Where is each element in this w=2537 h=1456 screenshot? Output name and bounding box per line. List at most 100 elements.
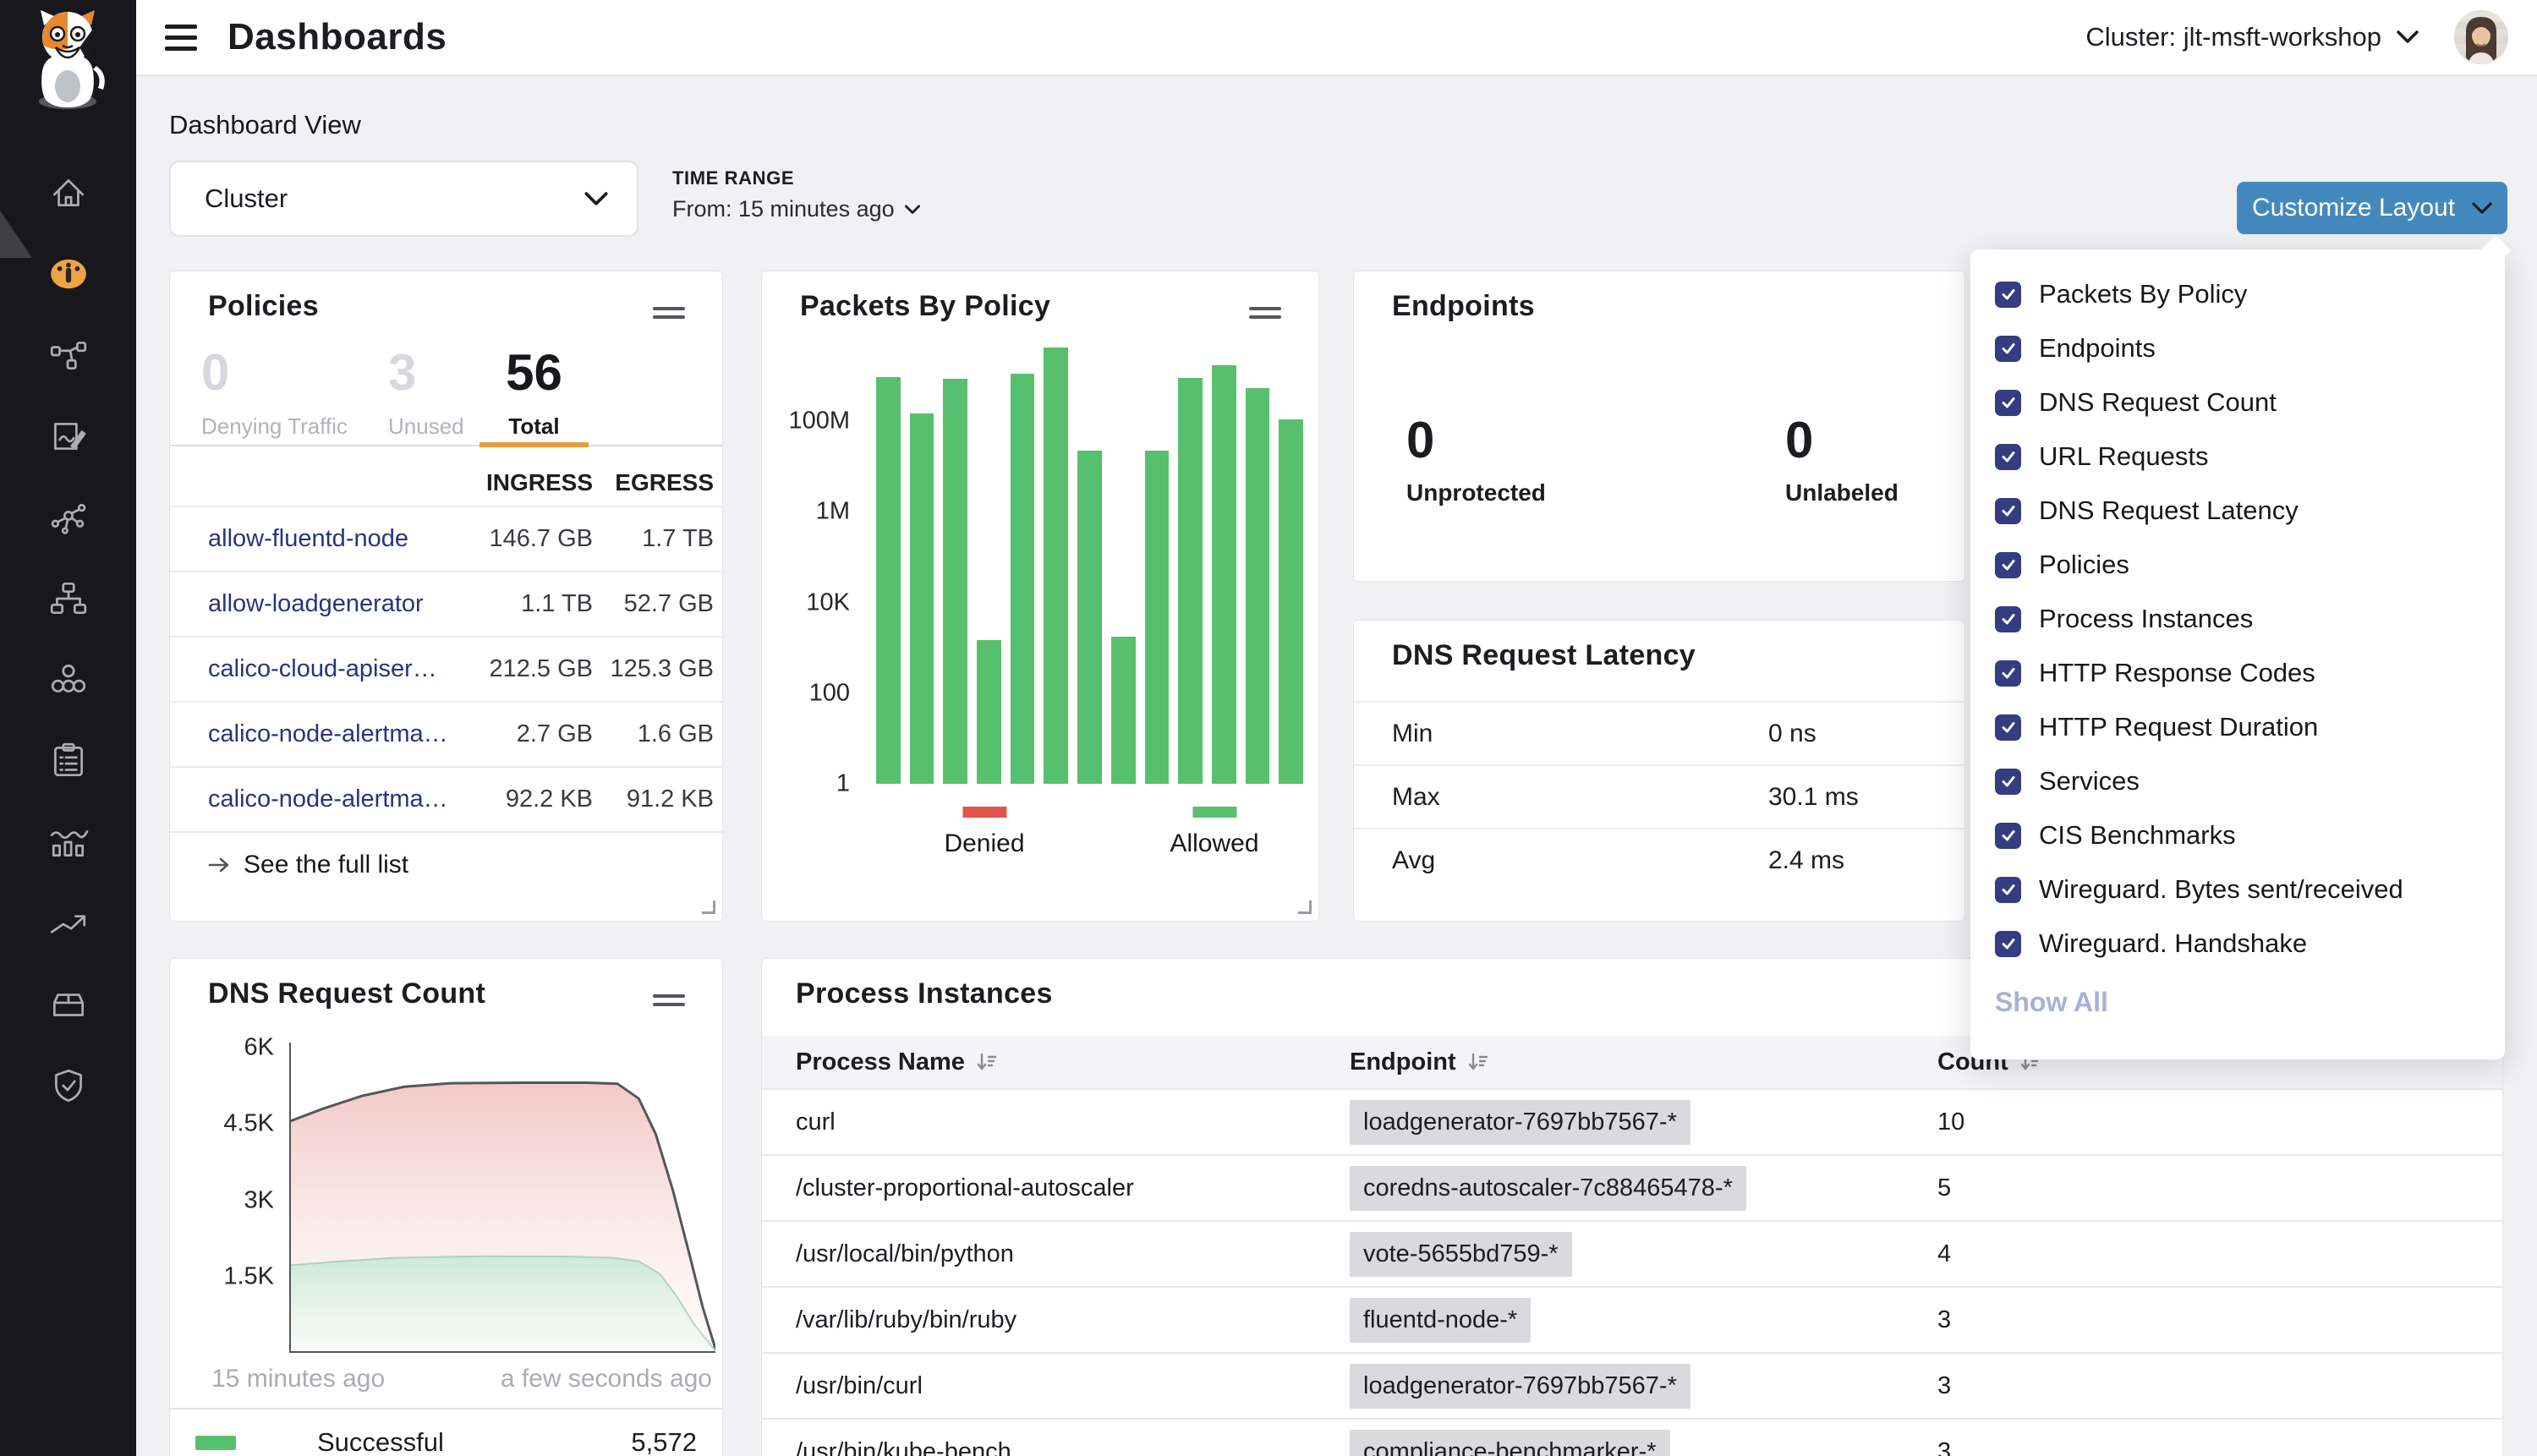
dropdown-item-1[interactable]: Endpoints	[1970, 321, 2505, 375]
sort-icon[interactable]	[1466, 1051, 1488, 1073]
column-header-egress[interactable]: EGRESS	[593, 469, 714, 496]
checkbox-checked-icon[interactable]	[1995, 931, 2021, 957]
tab-label: Unused	[388, 413, 485, 440]
column-header-ingress[interactable]: INGRESS	[466, 469, 593, 496]
time-range-control[interactable]: TIME RANGE From: 15 minutes ago	[672, 167, 920, 222]
dropdown-item-8[interactable]: HTTP Request Duration	[1970, 700, 2505, 754]
process-row: curlloadgenerator-7697bb7567-*10	[762, 1088, 2502, 1154]
sidebar-item-home[interactable]	[0, 152, 136, 233]
see-full-list-link[interactable]: See the full list	[208, 851, 466, 879]
allowed-label: Allowed	[1170, 829, 1258, 858]
policy-row: calico-node-alertmana…92.2 KB91.2 KB	[170, 766, 722, 831]
sidebar-item-activity-metrics[interactable]	[0, 802, 136, 883]
dropdown-item-12[interactable]: Wireguard. Handshake	[1970, 917, 2505, 971]
checkbox-checked-icon[interactable]	[1995, 769, 2021, 795]
checkbox-checked-icon[interactable]	[1995, 390, 2021, 416]
ingress-value: 92.2 KB	[466, 785, 593, 813]
sort-icon[interactable]	[975, 1051, 997, 1073]
checkbox-checked-icon[interactable]	[1995, 282, 2021, 308]
policy-link[interactable]: calico-node-alertmana…	[208, 720, 466, 748]
area-chart	[289, 1043, 715, 1353]
policies-tab-denying-traffic[interactable]: 0Denying Traffic	[201, 348, 370, 440]
dropdown-item-7[interactable]: HTTP Response Codes	[1970, 646, 2505, 700]
policy-link[interactable]: calico-node-alertmana…	[208, 785, 466, 813]
checkbox-checked-icon[interactable]	[1995, 660, 2021, 687]
process-row: /var/lib/ruby/bin/rubyfluentd-node-*3	[762, 1286, 2502, 1352]
dropdown-item-3[interactable]: URL Requests	[1970, 430, 2505, 484]
column-header-process-name[interactable]: Process Name	[796, 1048, 997, 1076]
y-axis-ticks: 110010K1M100M	[762, 271, 850, 921]
dropdown-item-11[interactable]: Wireguard. Bytes sent/received	[1970, 862, 2505, 917]
process-row: /usr/bin/kube-benchcompliance-benchmarke…	[762, 1418, 2502, 1456]
dropdown-item-10[interactable]: CIS Benchmarks	[1970, 808, 2505, 862]
dropdown-item-9[interactable]: Services	[1970, 754, 2505, 808]
policy-link[interactable]: allow-loadgenerator	[208, 590, 466, 618]
checkbox-checked-icon[interactable]	[1995, 714, 2021, 741]
denied-swatch	[962, 807, 1006, 818]
dropdown-item-label: Endpoints	[2039, 333, 2156, 364]
menu-toggle-icon[interactable]	[165, 20, 214, 54]
card-menu-icon[interactable]	[653, 302, 690, 324]
endpoint-cell: compliance-benchmarker-*	[1350, 1430, 1670, 1456]
dropdown-item-5[interactable]: Policies	[1970, 538, 2505, 592]
checkbox-checked-icon[interactable]	[1995, 606, 2021, 632]
checkbox-checked-icon[interactable]	[1995, 552, 2021, 578]
column-header-label: Endpoint	[1350, 1048, 1456, 1076]
page-title: Dashboards	[227, 16, 447, 58]
dropdown-item-6[interactable]: Process Instances	[1970, 592, 2505, 646]
endpoint-cell: fluentd-node-*	[1350, 1298, 1531, 1343]
checkbox-checked-icon[interactable]	[1995, 336, 2021, 362]
time-range-label: TIME RANGE	[672, 167, 920, 189]
chevron-down-icon	[905, 205, 920, 215]
sidebar-item-flow-visualizations[interactable]	[0, 477, 136, 558]
arrow-right-icon	[208, 857, 230, 873]
customize-layout-button[interactable]: Customize Layout	[2237, 182, 2507, 234]
process-row: /cluster-proportional-autoscalercoredns-…	[762, 1154, 2502, 1220]
column-header-endpoint[interactable]: Endpoint	[1350, 1048, 1488, 1076]
dropdown-caret	[2480, 235, 2512, 266]
dashboard-view-select[interactable]: Cluster	[169, 161, 638, 237]
active-tab-underline	[479, 442, 589, 447]
time-range-value: From: 15 minutes ago	[672, 196, 895, 222]
sidebar-item-compliance-reports[interactable]	[0, 720, 136, 802]
checkbox-checked-icon[interactable]	[1995, 444, 2021, 470]
sidebar-nav	[0, 152, 136, 1126]
checkbox-checked-icon[interactable]	[1995, 823, 2021, 849]
sidebar-item-workloads[interactable]	[0, 639, 136, 720]
resize-handle[interactable]	[702, 900, 715, 914]
policies-tab-unused[interactable]: 3Unused	[388, 348, 485, 440]
cluster-selector[interactable]: Cluster: jlt-msft-workshop	[2085, 22, 2419, 52]
policies-icon	[47, 415, 90, 457]
checkbox-checked-icon[interactable]	[1995, 498, 2021, 524]
sidebar-item-manage-storage[interactable]	[0, 964, 136, 1045]
dropdown-item-0[interactable]: Packets By Policy	[1970, 267, 2505, 321]
ingress-value: 1.1 TB	[466, 590, 593, 618]
policy-link[interactable]: calico-cloud-apiserver-…	[208, 655, 466, 683]
dropdown-item-2[interactable]: DNS Request Count	[1970, 375, 2505, 430]
legend-allowed: Allowed	[1170, 807, 1258, 858]
card-menu-icon[interactable]	[1249, 302, 1286, 324]
sidebar-item-dashboards[interactable]	[0, 233, 136, 315]
card-menu-icon[interactable]	[653, 989, 690, 1011]
sidebar-item-service-graph[interactable]	[0, 315, 136, 396]
show-all-button[interactable]: Show All	[1995, 987, 2108, 1018]
main-content: Dashboard View Cluster TIME RANGE From: …	[136, 76, 2537, 1456]
latency-label: Min	[1392, 720, 1433, 748]
latency-row-avg: Avg2.4 ms	[1354, 828, 1964, 891]
sidebar-item-alerts-trend[interactable]	[0, 883, 136, 964]
resize-handle[interactable]	[1298, 900, 1312, 914]
count-cell: 4	[1937, 1240, 1951, 1268]
sidebar-item-threat-defense[interactable]	[0, 1045, 136, 1126]
sidebar-item-policies[interactable]	[0, 396, 136, 477]
activity-metrics-icon	[47, 821, 90, 863]
endpoint-cell: vote-5655bd759-*	[1350, 1232, 1572, 1277]
policy-link[interactable]: allow-fluentd-node	[208, 525, 466, 553]
count-cell: 3	[1937, 1438, 1951, 1456]
threat-defense-icon	[47, 1065, 90, 1107]
policies-tab-total[interactable]: 56Total	[479, 348, 589, 440]
ingress-value: 212.5 GB	[466, 655, 593, 683]
user-avatar[interactable]	[2454, 10, 2508, 64]
dropdown-item-4[interactable]: DNS Request Latency	[1970, 484, 2505, 538]
sidebar-item-endpoints-tree[interactable]	[0, 558, 136, 639]
checkbox-checked-icon[interactable]	[1995, 877, 2021, 903]
